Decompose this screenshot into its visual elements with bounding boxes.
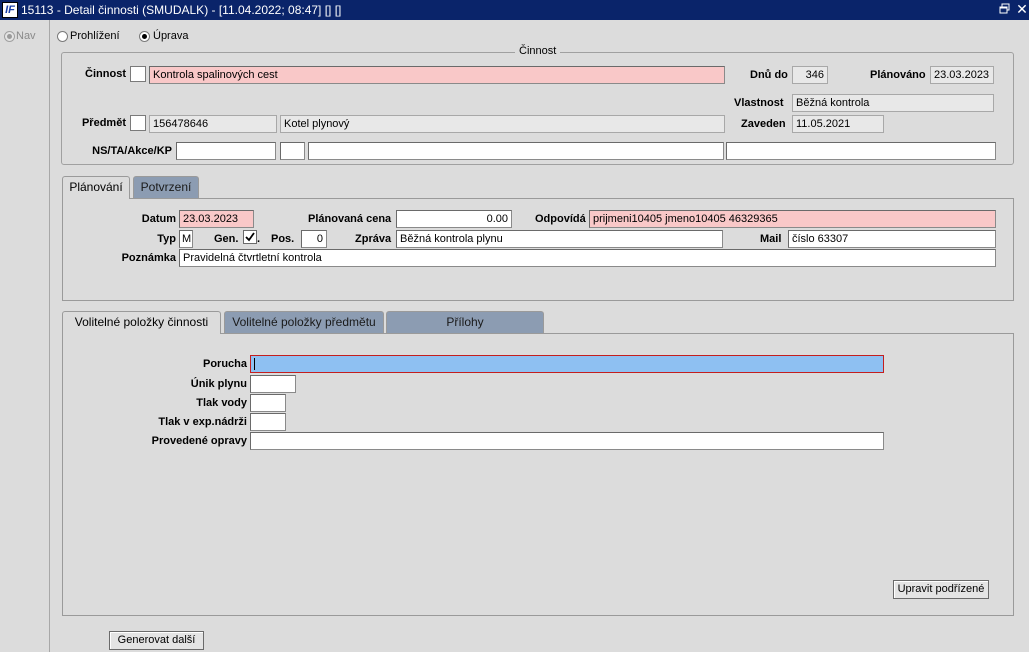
restore-icon [999,3,1010,14]
provedene-opravy-field[interactable] [250,432,884,450]
porucha-field[interactable] [250,355,884,373]
cinnost-field[interactable]: Kontrola spalinových cest [149,66,725,84]
vlastnost-field: Běžná kontrola [792,94,994,112]
tab-volitelne-polozky-predmetu[interactable]: Volitelné položky předmětu [224,311,384,333]
cinnost-group-legend: Činnost [515,45,561,57]
zprava-label: Zpráva [355,233,392,245]
gen-checkbox[interactable] [243,230,257,244]
provedene-opravy-label: Provedené opravy [151,435,247,447]
tab-volitelne-polozky-cinnosti[interactable]: Volitelné položky činnosti [62,311,221,334]
zaveden-label: Zaveden [741,118,786,130]
restore-window-button[interactable] [998,2,1012,16]
ns-field[interactable] [176,142,276,160]
tab-potvrzeni[interactable]: Potvrzení [133,176,199,198]
checkmark-icon [245,232,255,242]
typ-field[interactable]: M [179,230,193,248]
poznamka-field[interactable]: Pravidelná čtvrtletní kontrola [179,249,996,267]
tab-prilohy[interactable]: Přílohy [386,311,544,333]
planovano-label: Plánováno [870,69,926,81]
cinnost-label: Činnost [85,68,126,80]
mail-label: Mail [760,233,782,245]
tlak-exp-nadrzi-field[interactable] [250,413,286,431]
unik-plynu-field[interactable] [250,375,296,393]
datum-field[interactable]: 23.03.2023 [179,210,254,228]
gen-dot: . [257,233,261,245]
tlak-vody-label: Tlak vody [196,397,247,409]
planovano-field: 23.03.2023 [930,66,994,84]
predmet-label: Předmět [81,117,126,129]
window-title: 15113 - Detail činnosti (SMUDALK) - [11.… [21,3,342,17]
edit-mode-radio[interactable] [139,31,150,42]
tlak-exp-nadrzi-label: Tlak v exp.nádrži [158,416,247,428]
mail-field[interactable]: číslo 63307 [788,230,996,248]
vlastnost-label: Vlastnost [734,97,784,109]
app-logo-icon: IF [2,2,18,18]
dnu-do-label: Dnů do [750,69,788,81]
planovana-cena-field[interactable]: 0.00 [396,210,512,228]
ns-ta-akce-kp-label: NS/TA/Akce/KP [92,145,172,157]
cinnost-code-box[interactable] [130,66,146,82]
porucha-label: Porucha [202,358,247,370]
tab-planovani[interactable]: Plánování [62,176,130,199]
generovat-dalsi-button[interactable]: Generovat další [109,631,204,650]
odpovida-field[interactable]: prijmeni10405 jmeno10405 46329365 [589,210,996,228]
nav-radio [4,31,15,42]
edit-mode-label[interactable]: Úprava [153,30,188,42]
browse-mode-label[interactable]: Prohlížení [70,30,120,42]
kp-field[interactable] [726,142,996,160]
zprava-field[interactable]: Běžná kontrola plynu [396,230,723,248]
text-cursor [254,358,255,370]
dnu-do-field: 346 [792,66,828,84]
pos-label: Pos. [271,233,295,245]
predmet-code-box[interactable] [130,115,146,131]
predmet-code-field: 156478646 [149,115,277,133]
close-window-button[interactable]: ✕ [1015,1,1029,17]
title-bar: IF 15113 - Detail činnosti (SMUDALK) - [… [0,0,1029,20]
zaveden-field: 11.05.2021 [792,115,884,133]
poznamka-label: Poznámka [121,252,176,264]
predmet-name-field: Kotel plynový [280,115,725,133]
browse-mode-radio[interactable] [57,31,68,42]
datum-label: Datum [141,213,176,225]
ta-field[interactable] [280,142,305,160]
left-nav-strip [0,20,50,652]
upravit-podrizene-button[interactable]: Upravit podřízené [893,580,989,599]
akce-field[interactable] [308,142,724,160]
volitelne-panel [62,333,1014,616]
typ-label: Typ [157,233,176,245]
unik-plynu-label: Únik plynu [190,378,247,390]
planovana-cena-label: Plánovaná cena [308,213,392,225]
pos-field[interactable]: 0 [301,230,327,248]
gen-label: Gen. [214,233,239,245]
tlak-vody-field[interactable] [250,394,286,412]
nav-label: Nav [16,30,36,42]
odpovida-label: Odpovídá [535,213,586,225]
